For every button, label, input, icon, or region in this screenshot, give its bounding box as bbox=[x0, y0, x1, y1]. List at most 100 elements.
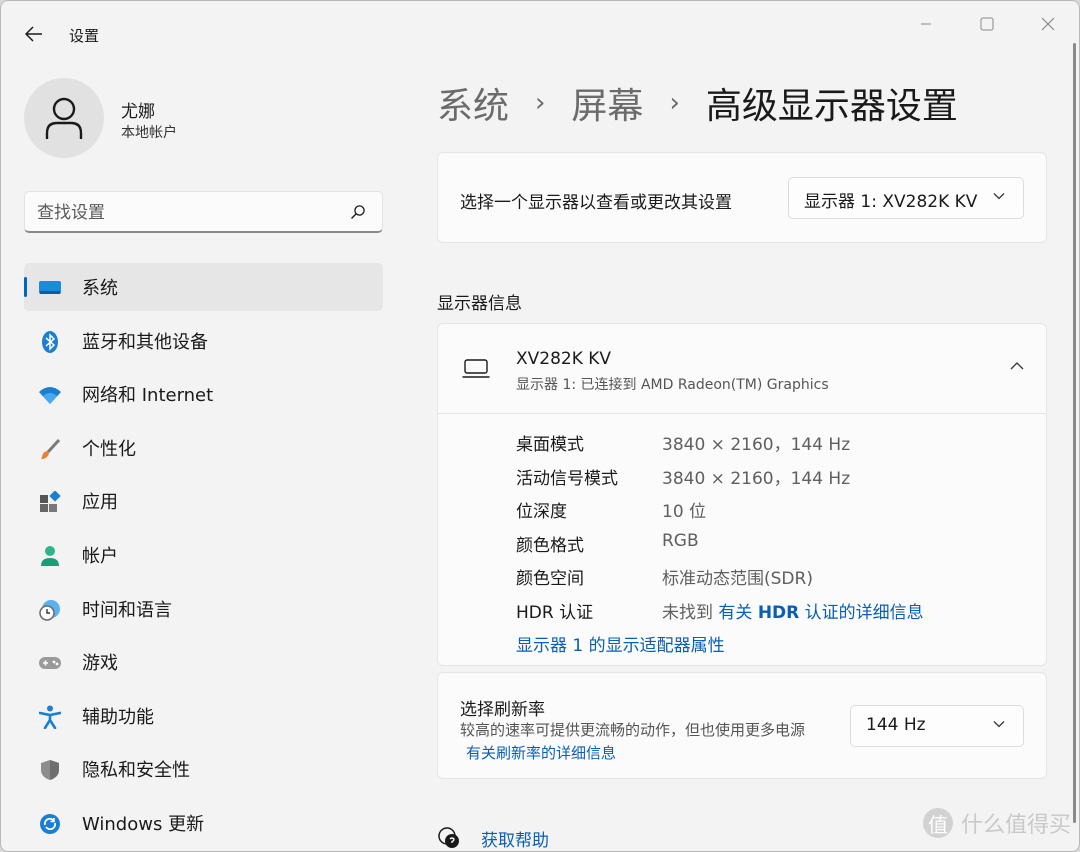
hdr-link-text: 认证的详细信息 bbox=[804, 602, 924, 623]
display-name: XV282K KV bbox=[516, 349, 612, 369]
accessibility-icon bbox=[38, 705, 62, 729]
sidebar-item-label: 蓝牙和其他设备 bbox=[82, 331, 208, 353]
info-value: 未找到 有关 HDR 认证的详细信息 bbox=[662, 598, 924, 623]
sidebar-item-bluetooth[interactable]: 蓝牙和其他设备 bbox=[24, 317, 383, 365]
sidebar-item-time-language[interactable]: 时间和语言 bbox=[24, 585, 383, 633]
settings-window: 设置 尤娜 本地帐户 系统 bbox=[0, 0, 1080, 852]
refresh-rate-title: 选择刷新率 bbox=[460, 700, 545, 720]
hdr-details-link[interactable]: 有关 HDR 认证的详细信息 bbox=[718, 603, 923, 623]
sidebar-item-accessibility[interactable]: 辅助功能 bbox=[24, 692, 383, 740]
watermark-text: 什么值得买 bbox=[960, 813, 1071, 838]
display-info-card: XV282K KV 显示器 1: 已连接到 AMD Radeon(TM) Gra… bbox=[437, 323, 1047, 666]
sidebar-item-label: Windows 更新 bbox=[82, 813, 205, 835]
maximize-icon bbox=[980, 17, 994, 31]
hdr-link-bold: HDR bbox=[757, 602, 800, 623]
minimize-button[interactable] bbox=[903, 9, 949, 39]
sidebar-item-windows-update[interactable]: Windows 更新 bbox=[24, 799, 383, 847]
monitor-icon bbox=[462, 359, 490, 378]
display-info-header[interactable]: XV282K KV 显示器 1: 已连接到 AMD Radeon(TM) Gra… bbox=[438, 324, 1046, 414]
sidebar-nav: 系统 蓝牙和其他设备 网络和 Internet 个性化 应用 帐户 时间和语言 … bbox=[24, 263, 383, 851]
avatar[interactable] bbox=[24, 78, 104, 158]
info-value: 10 位 bbox=[662, 502, 707, 522]
display-select-value: 显示器 1: XV282K KV bbox=[804, 192, 978, 212]
user-icon bbox=[45, 97, 83, 139]
display-select-card: 选择一个显示器以查看或更改其设置 显示器 1: XV282K KV bbox=[437, 152, 1047, 243]
info-key: 桌面模式 bbox=[516, 435, 584, 455]
breadcrumb-separator: › bbox=[669, 88, 680, 118]
display-adapter-properties-link[interactable]: 显示器 1 的显示适配器属性 bbox=[516, 631, 725, 657]
close-button[interactable] bbox=[1025, 9, 1071, 39]
get-help-link: 获取帮助 bbox=[481, 830, 549, 851]
sidebar-item-system[interactable]: 系统 bbox=[24, 263, 383, 311]
app-title: 设置 bbox=[69, 27, 100, 45]
help-chat-icon bbox=[438, 827, 459, 848]
watermark-badge: 值 bbox=[922, 808, 953, 838]
chevron-down-icon bbox=[993, 721, 1005, 728]
sidebar-item-accounts[interactable]: 帐户 bbox=[24, 531, 383, 579]
sidebar-item-privacy[interactable]: 隐私和安全性 bbox=[24, 745, 383, 793]
sidebar-item-label: 帐户 bbox=[82, 545, 118, 567]
sidebar-item-apps[interactable]: 应用 bbox=[24, 477, 383, 525]
clock-globe-icon bbox=[38, 598, 62, 622]
user-name: 尤娜 bbox=[121, 102, 155, 122]
sidebar-item-label: 系统 bbox=[82, 278, 118, 299]
breadcrumb-display[interactable]: 屏幕 bbox=[571, 77, 643, 129]
refresh-rate-details-link[interactable]: 有关刷新率的详细信息 bbox=[466, 744, 616, 762]
back-button[interactable] bbox=[19, 21, 49, 47]
chevron-up-icon[interactable] bbox=[1010, 362, 1024, 370]
minimize-icon bbox=[921, 23, 931, 25]
page-title: 高级显示器设置 bbox=[705, 86, 958, 127]
info-value: RGB bbox=[662, 530, 699, 551]
info-key: 颜色空间 bbox=[516, 569, 584, 589]
sidebar-item-label: 应用 bbox=[82, 492, 118, 514]
chevron-down-icon bbox=[993, 193, 1005, 200]
info-value: 3840 × 2160，144 Hz bbox=[662, 435, 851, 455]
hdr-status: 未找到 bbox=[662, 602, 713, 623]
breadcrumb-system[interactable]: 系统 bbox=[437, 77, 509, 129]
breadcrumb: 系统 › 屏幕 › 高级显示器设置 bbox=[437, 79, 958, 127]
display-select-dropdown[interactable]: 显示器 1: XV282K KV bbox=[788, 177, 1024, 219]
display-select-label: 选择一个显示器以查看或更改其设置 bbox=[460, 193, 732, 213]
watermark: 值 什么值得买 bbox=[922, 807, 1071, 839]
close-icon bbox=[1041, 17, 1055, 31]
sidebar-item-personalization[interactable]: 个性化 bbox=[24, 424, 383, 472]
refresh-rate-description: 较高的速率可提供更流畅的动作，但也使用更多电源 有关刷新率的详细信息 bbox=[460, 719, 825, 765]
sidebar-item-network[interactable]: 网络和 Internet bbox=[24, 370, 383, 418]
sidebar-item-gaming[interactable]: 游戏 bbox=[24, 638, 383, 686]
back-arrow-icon bbox=[25, 26, 42, 42]
sidebar-item-label: 游戏 bbox=[82, 653, 118, 675]
hdr-link-text: 有关 bbox=[718, 602, 753, 623]
display-subtitle: 显示器 1: 已连接到 AMD Radeon(TM) Graphics bbox=[516, 377, 829, 393]
refresh-rate-description-text: 较高的速率可提供更流畅的动作，但也使用更多电源 bbox=[460, 721, 806, 739]
update-icon bbox=[38, 812, 62, 836]
shield-icon bbox=[38, 758, 62, 782]
account-type: 本地帐户 bbox=[121, 125, 177, 141]
refresh-rate-card: 选择刷新率 较高的速率可提供更流畅的动作，但也使用更多电源 有关刷新率的详细信息… bbox=[437, 672, 1047, 779]
refresh-rate-dropdown[interactable]: 144 Hz bbox=[850, 705, 1024, 747]
refresh-rate-value: 144 Hz bbox=[866, 715, 926, 735]
info-value: 标准动态范围(SDR) bbox=[662, 569, 813, 589]
sidebar-item-label: 时间和语言 bbox=[82, 599, 172, 621]
info-key: 活动信号模式 bbox=[516, 468, 618, 489]
breadcrumb-separator: › bbox=[535, 88, 546, 118]
search-icon[interactable] bbox=[350, 204, 366, 220]
brush-icon bbox=[38, 437, 62, 461]
wifi-icon bbox=[38, 383, 62, 407]
search-input[interactable] bbox=[37, 201, 337, 225]
bluetooth-icon bbox=[38, 330, 62, 354]
gamepad-icon bbox=[38, 651, 62, 675]
info-key: 位深度 bbox=[516, 502, 567, 522]
apps-icon bbox=[38, 490, 62, 514]
get-help-row[interactable]: 获取帮助 bbox=[437, 823, 549, 851]
sidebar-item-label: 个性化 bbox=[82, 438, 136, 460]
system-icon bbox=[38, 276, 62, 300]
info-key: 颜色格式 bbox=[516, 535, 584, 556]
maximize-button[interactable] bbox=[964, 9, 1010, 39]
title-bar: 设置 bbox=[1, 1, 1079, 61]
info-key: HDR 认证 bbox=[516, 602, 594, 623]
sidebar-item-label: 辅助功能 bbox=[82, 706, 154, 728]
info-value: 3840 × 2160，144 Hz bbox=[662, 468, 851, 489]
sidebar-item-label: 隐私和安全性 bbox=[82, 760, 190, 782]
scrollbar[interactable] bbox=[1073, 43, 1076, 823]
search-box[interactable] bbox=[24, 191, 383, 233]
